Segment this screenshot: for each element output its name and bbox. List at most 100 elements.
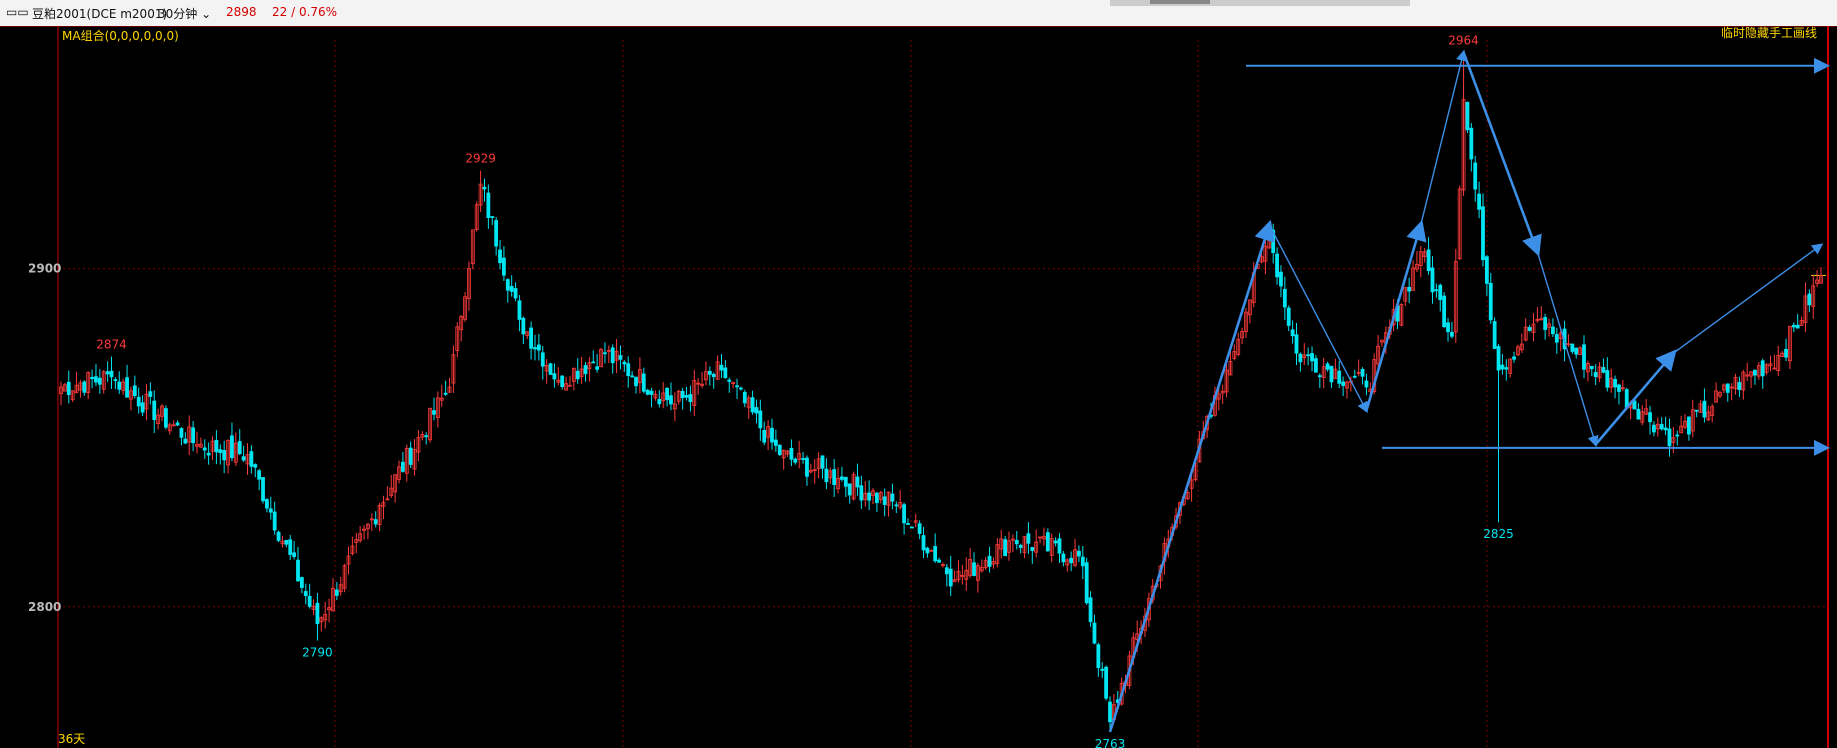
candle-body — [575, 370, 580, 380]
candle-body — [832, 469, 837, 485]
candle-body — [1648, 412, 1652, 423]
candle-body — [1438, 284, 1443, 301]
candle-body — [1652, 424, 1656, 433]
candle-body — [1593, 372, 1598, 378]
candle-body — [1477, 193, 1482, 210]
instrument-name[interactable]: 豆粕2001(DCE m2001) — [32, 5, 167, 22]
candle-body — [1306, 354, 1311, 357]
candle-body — [1504, 367, 1509, 370]
candle-body — [66, 381, 71, 395]
candle-body — [292, 552, 297, 557]
candle-body — [773, 439, 778, 446]
candle-body — [222, 450, 227, 461]
candle-body — [1473, 162, 1478, 190]
overlay-label[interactable]: 临时隐藏手工画线 — [1721, 26, 1817, 40]
candle-body — [408, 447, 413, 465]
trend-segment — [1108, 219, 1275, 733]
candle-body — [987, 555, 992, 567]
candlestick-chart[interactable]: 2800 2900 2874 2929 2790 2763 2964 2825 MA组合(0… — [0, 26, 1837, 748]
candle-body — [373, 519, 378, 525]
candle-body — [400, 461, 405, 472]
period-selector[interactable]: 30分钟 ⌄ — [158, 5, 211, 22]
candle-body — [1286, 307, 1291, 326]
candle-body — [536, 344, 541, 351]
candle-body — [1527, 327, 1532, 331]
candle-body — [630, 375, 635, 378]
candle-body — [882, 496, 887, 505]
candle-body — [1310, 353, 1314, 362]
candle-body — [1675, 434, 1680, 437]
candle-body — [1030, 547, 1035, 551]
candle-body — [1543, 317, 1548, 330]
candle-body — [626, 363, 631, 376]
candle-body — [1430, 267, 1435, 293]
candle-body — [669, 395, 673, 405]
candle-body — [276, 531, 281, 541]
window-icon[interactable]: ▭▭ — [6, 5, 29, 19]
candle-body — [1554, 334, 1559, 343]
candle-body — [902, 504, 906, 524]
candle-body — [136, 396, 141, 407]
candle-body — [684, 395, 689, 398]
toolbar-tab[interactable] — [1150, 0, 1210, 4]
candle-body — [742, 391, 747, 404]
candle-body — [770, 427, 774, 443]
candle-body — [494, 220, 499, 247]
candle-body — [641, 373, 646, 392]
extreme-label: 2929 — [465, 152, 496, 166]
candle-body — [140, 402, 145, 413]
candle-body — [649, 390, 654, 395]
candle-body — [1484, 256, 1489, 284]
candle-body — [1617, 384, 1621, 392]
candle-body — [1364, 380, 1369, 388]
candle-body — [909, 526, 914, 529]
candle-body — [1084, 562, 1089, 604]
candle-body — [707, 370, 712, 375]
candle-body — [299, 577, 304, 588]
candle-body — [517, 300, 522, 320]
candle-body — [1329, 365, 1334, 383]
candle-body — [1279, 271, 1283, 287]
candle-body — [1314, 358, 1318, 373]
candle-body — [148, 391, 153, 397]
candle-body — [490, 216, 495, 218]
candle-body — [288, 539, 293, 555]
last-price: 2898 — [226, 5, 257, 19]
candle-body — [1605, 370, 1610, 388]
candle-body — [125, 377, 129, 398]
candle-body — [840, 476, 844, 480]
candle-body — [206, 452, 211, 456]
candle-body — [1352, 375, 1357, 378]
candle-body — [645, 389, 650, 395]
candle-body — [1702, 400, 1707, 418]
trend-segment — [1536, 251, 1599, 448]
candle-body — [1551, 326, 1555, 335]
candle-body — [1077, 550, 1081, 557]
candle-body — [906, 523, 910, 525]
candle-body — [1045, 532, 1050, 552]
candle-body — [1450, 332, 1454, 337]
indicator-label[interactable]: MA组合(0,0,0,0,0,0) — [62, 28, 179, 43]
candle-body — [443, 392, 448, 395]
candle-body — [921, 535, 926, 551]
candle-body — [1337, 370, 1342, 384]
candle-body — [191, 427, 195, 444]
candle-body — [972, 562, 976, 576]
candle-body — [855, 476, 860, 488]
candle-body — [688, 394, 693, 403]
candle-body — [1570, 343, 1575, 352]
candle-body — [1601, 367, 1606, 373]
candle-body — [1360, 368, 1365, 377]
candle-body — [1080, 556, 1085, 567]
candle-body — [268, 508, 273, 513]
candle-body — [777, 444, 782, 456]
candle-body — [1500, 364, 1505, 370]
chevron-down-icon: ⌄ — [197, 7, 212, 21]
candle-body — [1426, 249, 1431, 272]
candle-body — [175, 422, 180, 426]
candle-body — [867, 492, 872, 501]
candle-body — [117, 381, 122, 390]
candle-body — [164, 408, 168, 428]
candle-body — [1026, 533, 1031, 544]
trend-drawings — [1108, 49, 1830, 733]
